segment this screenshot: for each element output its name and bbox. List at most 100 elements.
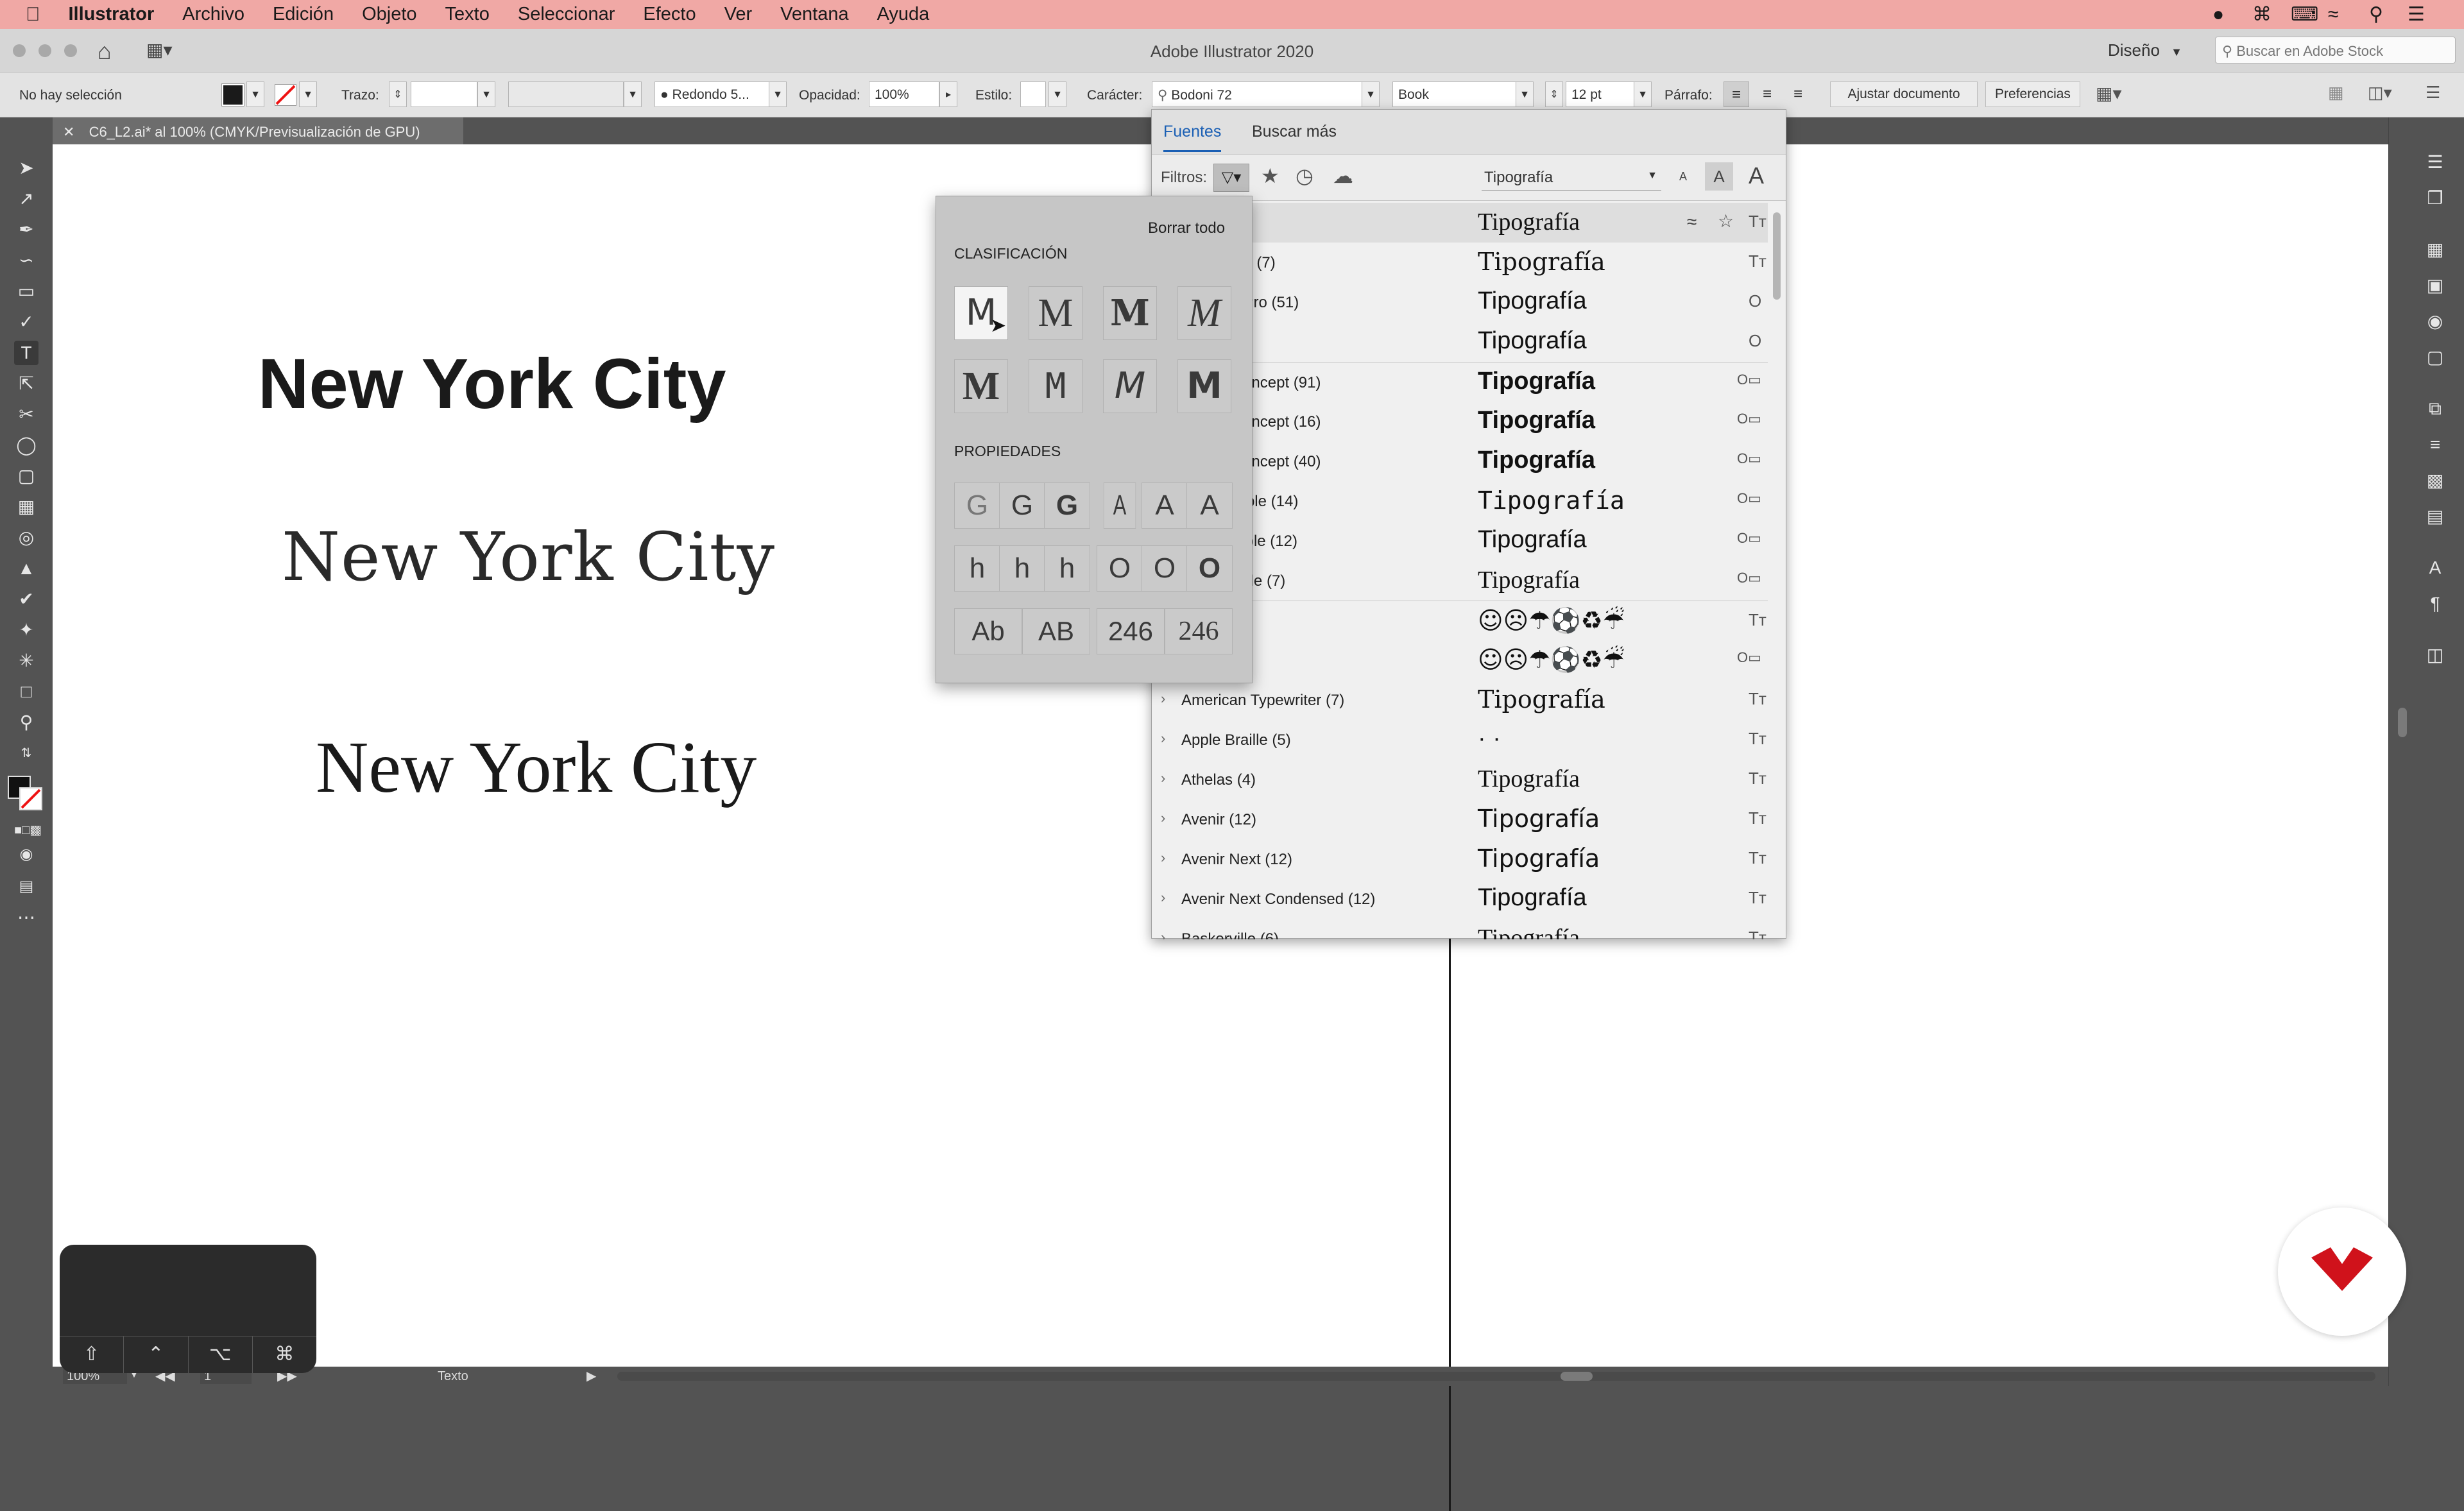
links-panel-icon[interactable]: ◫ <box>2422 642 2448 668</box>
command-icon[interactable]: ⌘ <box>2252 0 2272 29</box>
color-mode-icon[interactable]: ■□▩ <box>14 818 42 842</box>
workspace-switcher[interactable]: Diseño ▼ <box>2108 40 2182 60</box>
draw-mode-icon[interactable]: ◉ <box>14 842 38 867</box>
control-bar-menu-icon[interactable]: ☰ <box>2426 83 2440 103</box>
brush-dropdown[interactable]: ▼ <box>769 81 787 107</box>
vertical-scroll-thumb[interactable] <box>2398 708 2407 737</box>
property-weight-regular[interactable]: G <box>999 482 1045 529</box>
transform-icon[interactable]: ▩ <box>2422 468 2448 493</box>
tab-buscar-mas[interactable]: Buscar más <box>1252 123 1337 141</box>
artboards-panel-icon[interactable]: ❐ <box>2422 185 2448 211</box>
property-lining-figures[interactable]: 246 <box>1097 608 1165 654</box>
font-list-scrollbar[interactable] <box>1770 206 1783 931</box>
font-list-item[interactable]: › Baskerville (6) Tipografía Tт <box>1152 919 1768 939</box>
window-close-button[interactable] <box>13 44 26 57</box>
window-zoom-button[interactable] <box>64 44 77 57</box>
document-tab[interactable]: ✕ C6_L2.ai* al 100% (CMYK/Previsualizaci… <box>53 117 463 144</box>
opacity-arrow[interactable]: ▸ <box>939 81 957 107</box>
property-xheight-large[interactable]: h <box>1044 545 1090 592</box>
profile-dropdown[interactable]: ▼ <box>624 81 642 107</box>
recent-clock-icon[interactable]: ◷ <box>1296 164 1313 188</box>
font-list-item[interactable]: › Avenir Next Condensed (12) Tipografía Tт <box>1152 879 1768 919</box>
font-list-item[interactable]: › Avenir Next (12) Tipografía Tт <box>1152 839 1768 879</box>
home-icon[interactable]: ⌂ <box>98 38 112 65</box>
selection-tool-icon[interactable]: ➤ <box>14 156 38 180</box>
artboard-tool-icon[interactable]: □ <box>14 679 38 704</box>
property-contrast-medium[interactable]: O <box>1142 545 1188 592</box>
pathfinder-icon[interactable]: ⧉ <box>2422 396 2448 422</box>
stroke-dropdown[interactable]: ▼ <box>299 81 317 107</box>
horizontal-scroll-thumb[interactable] <box>1561 1372 1593 1381</box>
paragraph-panel-icon[interactable]: ¶ <box>2422 591 2448 617</box>
filter-funnel-icon[interactable]: ▽▾ <box>1213 164 1249 192</box>
classification-serif[interactable]: M <box>1029 286 1082 340</box>
preview-text-field[interactable]: Tipografía ▼ <box>1482 165 1661 191</box>
property-caps-only[interactable]: AB <box>1022 608 1090 654</box>
paintbrush-tool-icon[interactable]: ✓ <box>14 310 38 334</box>
pen-tool-icon[interactable]: ✒ <box>14 218 38 242</box>
headline-sans-bold[interactable]: New York City <box>258 343 726 425</box>
property-width-wide[interactable]: A <box>1186 482 1233 529</box>
property-xheight-small[interactable]: h <box>954 545 1000 592</box>
expand-chevron-icon[interactable]: › <box>1161 690 1165 707</box>
mesh-tool-icon[interactable]: ▦ <box>14 495 38 519</box>
property-xheight-medium[interactable]: h <box>999 545 1045 592</box>
property-weight-thin[interactable]: G <box>954 482 1000 529</box>
font-family-field[interactable]: ⚲ Bodoni 72 <box>1152 81 1364 107</box>
stroke-weight-field[interactable] <box>411 81 477 107</box>
font-size-field[interactable]: 12 pt <box>1566 81 1636 107</box>
fill-dropdown[interactable]: ▼ <box>246 81 264 107</box>
direct-selection-tool-icon[interactable]: ↗ <box>14 187 38 211</box>
spotlight-search-icon[interactable]: ⚲ <box>2369 0 2383 29</box>
eyedropper-tool-icon[interactable]: ✔ <box>14 587 38 611</box>
lasso-tool-icon[interactable]: ◯ <box>14 433 38 457</box>
gradient-panel-icon[interactable]: ▢ <box>2422 345 2448 370</box>
menu-ayuda[interactable]: Ayuda <box>877 4 930 25</box>
font-size-stepper[interactable]: ⇕ <box>1545 81 1563 107</box>
keyboard-icon[interactable]: ⌨ <box>2291 0 2318 29</box>
menu-ver[interactable]: Ver <box>724 4 753 25</box>
layers-icon[interactable]: ☰ <box>2422 149 2448 175</box>
menu-objeto[interactable]: Objeto <box>362 4 416 25</box>
property-standard-case[interactable]: Ab <box>954 608 1022 654</box>
scale-tool-icon[interactable]: ⇱ <box>14 371 38 396</box>
expand-chevron-icon[interactable]: › <box>1161 810 1165 826</box>
brush-definition[interactable]: ● Redondo 5... <box>654 81 776 107</box>
symbol-sprayer-tool-icon[interactable]: ✳ <box>14 649 38 673</box>
fit-document-button[interactable]: Ajustar documento <box>1830 81 1978 107</box>
character-panel-icon[interactable]: A <box>2422 555 2448 581</box>
live-paint-tool-icon[interactable]: ▲ <box>14 556 38 581</box>
workspace-layout-icon[interactable]: ▦▾ <box>146 39 173 60</box>
property-oldstyle-figures[interactable]: 246 <box>1165 608 1233 654</box>
property-width-normal[interactable]: A <box>1142 482 1188 529</box>
activated-cloud-icon[interactable]: ☁ <box>1333 164 1353 188</box>
puppet-warp-tool-icon[interactable]: ✦ <box>14 618 38 642</box>
zoom-tool-icon[interactable]: ⚲ <box>14 710 38 735</box>
property-contrast-low[interactable]: O <box>1097 545 1143 592</box>
font-style-field[interactable]: Book <box>1392 81 1518 107</box>
graphic-style-dropdown[interactable]: ▼ <box>1048 81 1066 107</box>
headline-slab-serif[interactable]: New York City <box>282 518 775 596</box>
control-center-icon[interactable]: ☰ <box>2408 0 2425 29</box>
favorite-star-icon[interactable]: ☆ <box>1718 210 1734 232</box>
preview-size-medium-icon[interactable]: A <box>1705 162 1733 191</box>
classification-handwritten[interactable]: M <box>1103 359 1157 413</box>
preview-size-large-icon[interactable]: A <box>1749 162 1764 189</box>
classification-slab-serif[interactable]: M <box>1103 286 1157 340</box>
record-icon[interactable]: ● <box>2212 0 2224 29</box>
stroke-panel-icon[interactable]: ≡ <box>2422 432 2448 457</box>
classification-monospaced[interactable]: M <box>1029 359 1082 413</box>
menu-archivo[interactable]: Archivo <box>182 4 244 25</box>
rectangle-tool-icon[interactable]: ▭ <box>14 279 38 303</box>
arrange-documents-icon[interactable]: ▦▾ <box>2096 83 2122 104</box>
property-contrast-high[interactable]: O <box>1186 545 1233 592</box>
align-panel-icon[interactable]: ▤ <box>2422 504 2448 529</box>
property-width-narrow[interactable]: A <box>1103 482 1136 529</box>
type-tool-icon[interactable]: T <box>14 341 38 365</box>
expand-chevron-icon[interactable]: › <box>1161 770 1165 787</box>
menu-ventana[interactable]: Ventana <box>780 4 848 25</box>
opacity-field[interactable]: 100% <box>869 81 939 107</box>
stock-search-field[interactable]: ⚲ Buscar en Adobe Stock <box>2215 37 2456 64</box>
shape-builder-tool-icon[interactable]: ◎ <box>14 525 38 550</box>
align-left-icon[interactable]: ≡ <box>1724 81 1749 107</box>
